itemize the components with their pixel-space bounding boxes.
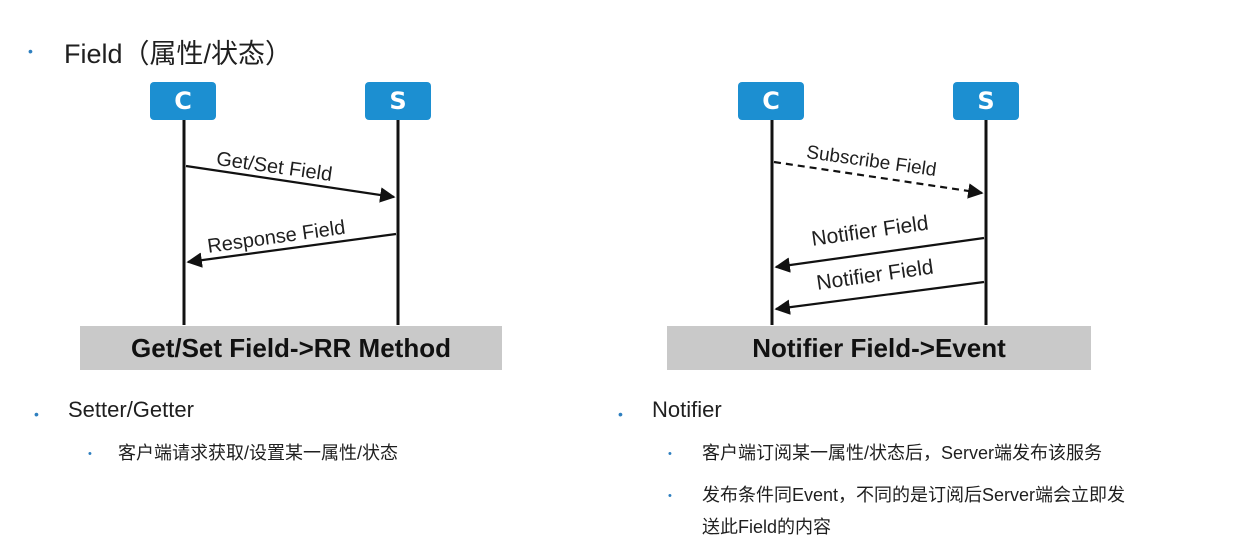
right-server-badge: S	[953, 82, 1019, 120]
right-notes-item-bullet-2: •	[668, 490, 672, 502]
left-notes-heading: Setter/Getter	[68, 397, 194, 422]
right-notes-item-1: 客户端订阅某一属性/状态后，Server端发布该服务	[702, 443, 1103, 463]
right-notes-item-2-cont: 送此Field的内容	[702, 517, 832, 537]
left-notes-item: 客户端请求获取/设置某一属性/状态	[118, 443, 399, 463]
right-client-badge: C	[738, 82, 804, 120]
left-client-badge: C	[150, 82, 216, 120]
right-notes-item-2: 发布条件同Event，不同的是订阅后Server端会立即发	[702, 485, 1126, 505]
left-notes-bullet: •	[34, 406, 39, 422]
right-notes-heading: Notifier	[652, 397, 722, 422]
right-notes-item-bullet-1: •	[668, 448, 672, 460]
left-notes-item-bullet: •	[88, 448, 92, 460]
right-notes-bullet: •	[618, 406, 623, 422]
right-caption: Notifier Field->Event	[667, 326, 1091, 370]
left-server-badge: S	[365, 82, 431, 120]
left-caption: Get/Set Field->RR Method	[80, 326, 502, 370]
